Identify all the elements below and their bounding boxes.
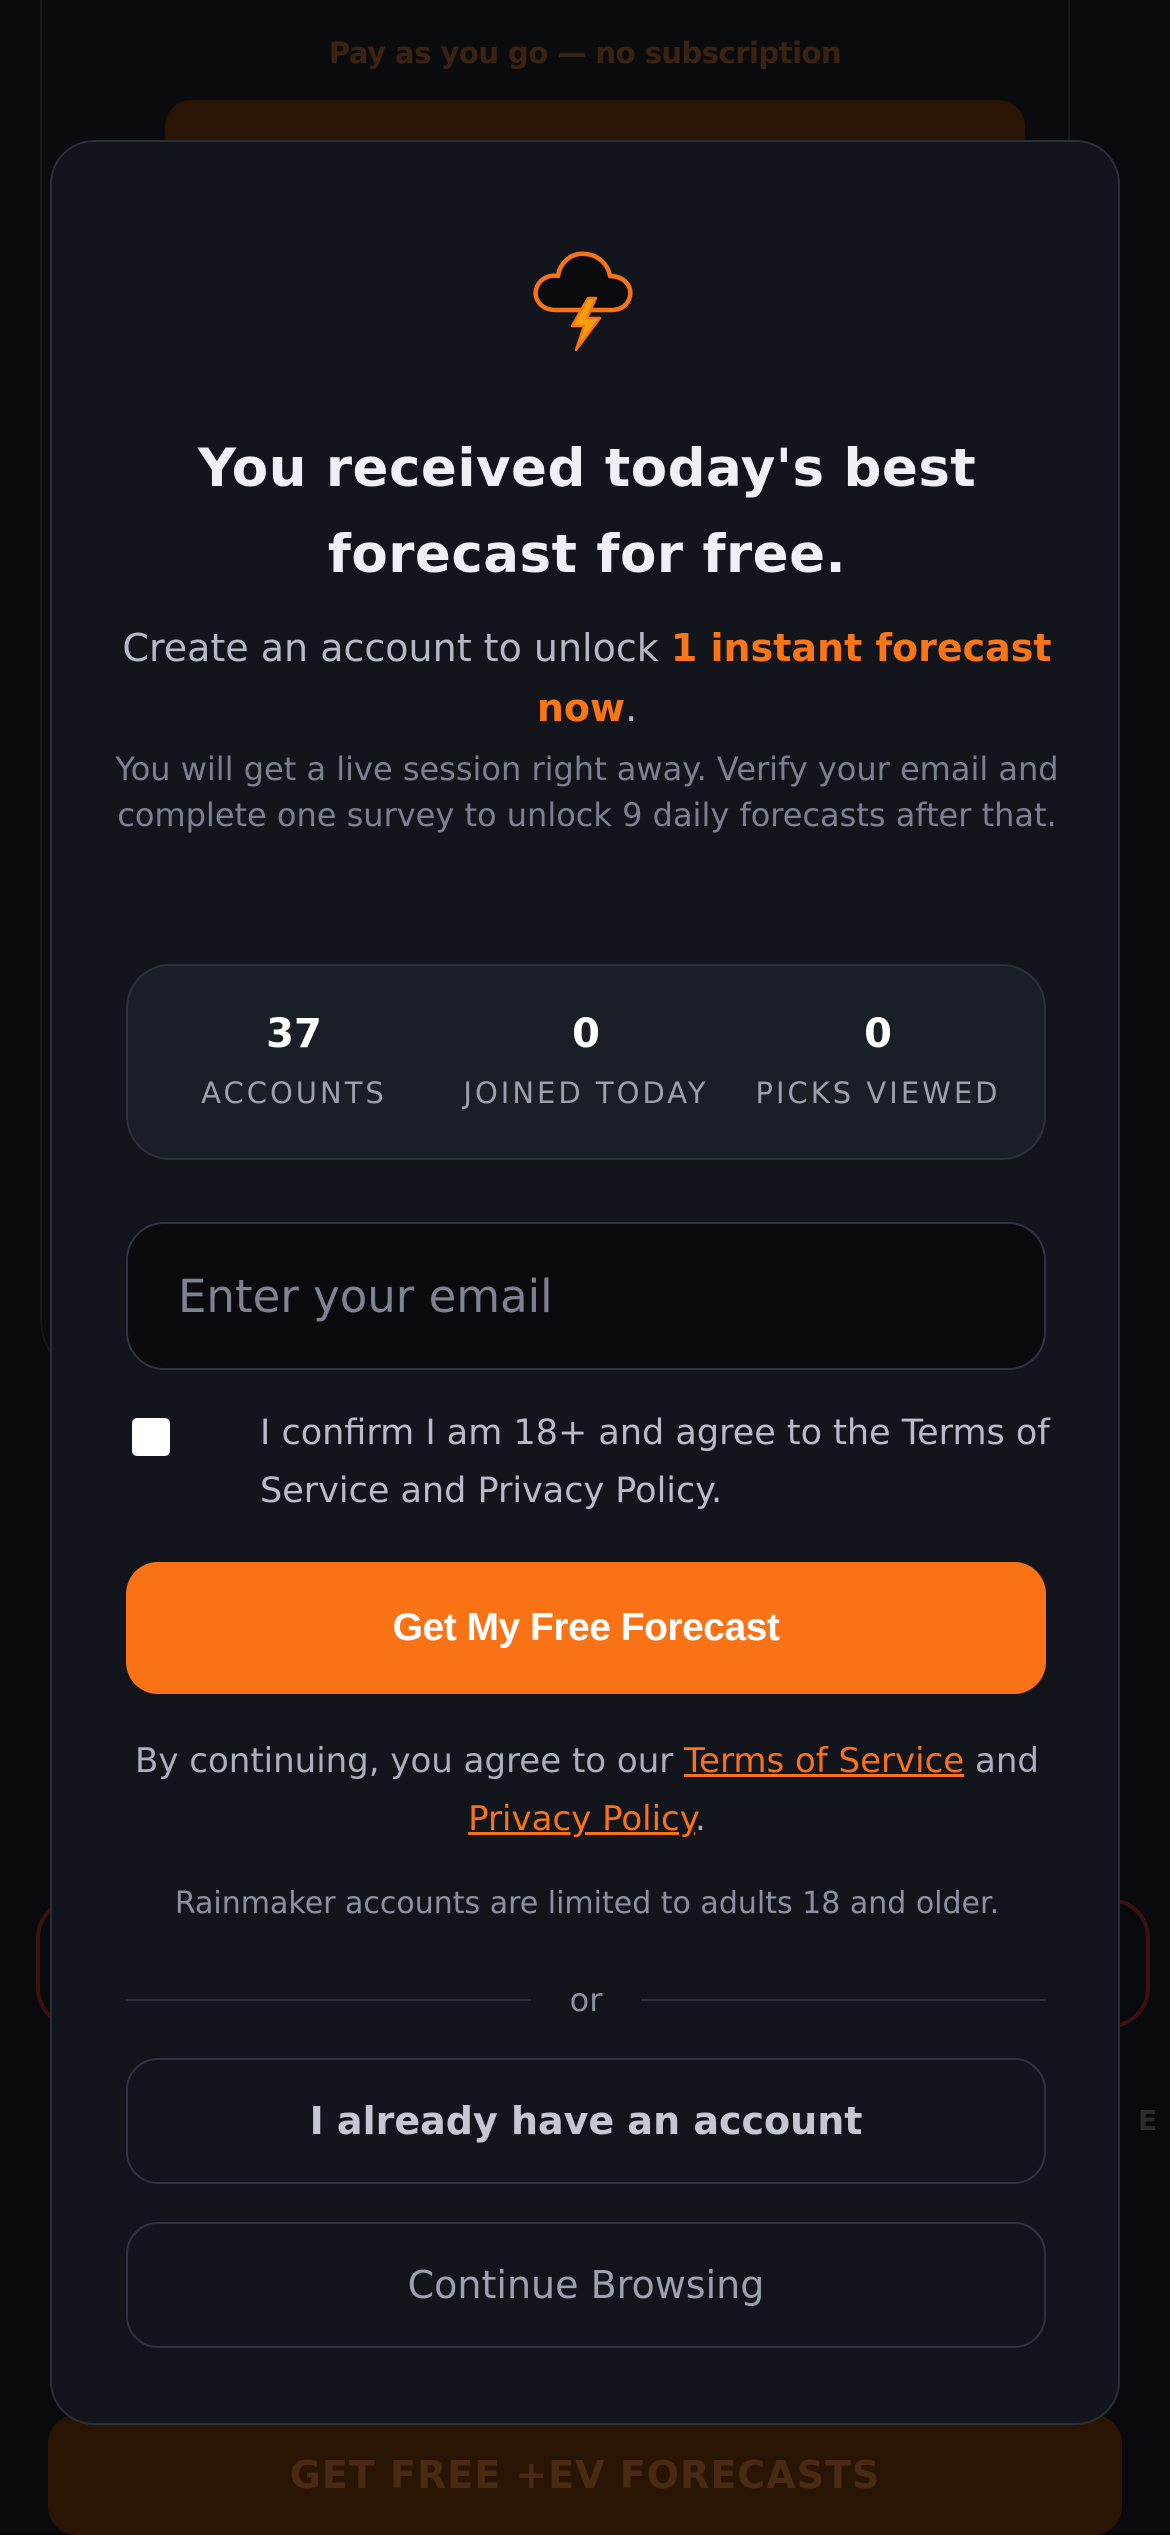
terms-of-service-link[interactable]: Terms of Service (684, 1741, 964, 1781)
age-consent: I confirm I am 18+ and agree to the Term… (126, 1404, 1086, 1524)
email-field[interactable] (128, 1224, 1044, 1368)
stat-label: JOINED TODAY (463, 1076, 709, 1110)
background-bottom-cta: GET FREE +EV FORECASTS (48, 2415, 1122, 2535)
existing-account-button[interactable]: I already have an account (126, 2058, 1046, 2184)
age-restriction-note: Rainmaker accounts are limited to adults… (174, 1886, 1000, 1921)
modal-title: You received today's best forecast for f… (197, 438, 977, 585)
divider-line (126, 1999, 531, 2001)
privacy-policy-link[interactable]: Privacy Policy (468, 1799, 695, 1839)
continue-browsing-button[interactable]: Continue Browsing (126, 2222, 1046, 2348)
divider-label: or (569, 1981, 603, 2019)
stat-label: PICKS VIEWED (755, 1076, 1001, 1110)
modal-subtitle: Create an account to unlock 1 instant fo… (112, 618, 1062, 738)
stat-joined-today: 0 JOINED TODAY (441, 1006, 731, 1118)
subtitle-suffix: . (625, 686, 638, 730)
signup-modal: You received today's best forecast for f… (50, 140, 1120, 2425)
background-side-label: E (1138, 2104, 1158, 2137)
storm-cloud-lightning-icon (533, 251, 633, 352)
age-consent-checkbox[interactable] (132, 1418, 170, 1456)
stat-value: 0 (572, 1011, 600, 1057)
legal-prefix: By continuing, you agree to our (135, 1741, 685, 1781)
get-free-forecast-button[interactable]: Get My Free Forecast (126, 1562, 1046, 1694)
stat-value: 0 (864, 1011, 892, 1057)
legal-middle: and (964, 1741, 1039, 1781)
age-consent-label[interactable]: I confirm I am 18+ and agree to the Term… (260, 1404, 1080, 1520)
stat-value: 37 (266, 1011, 322, 1057)
background-subline: Pay as you go — no subscription (328, 36, 842, 70)
subtitle-prefix: Create an account to unlock (122, 626, 671, 670)
stats-panel: 37 ACCOUNTS 0 JOINED TODAY 0 PICKS VIEWE… (126, 964, 1046, 1160)
legal-text: By continuing, you agree to our Terms of… (112, 1732, 1062, 1848)
or-divider: or (126, 1978, 1046, 2022)
email-field-container (126, 1222, 1046, 1370)
modal-note: You will get a live session right away. … (115, 750, 1059, 834)
stat-accounts: 37 ACCOUNTS (149, 1006, 439, 1118)
divider-line (641, 1999, 1046, 2001)
stat-label: ACCOUNTS (201, 1076, 387, 1110)
stat-picks-viewed: 0 PICKS VIEWED (733, 1006, 1023, 1118)
legal-suffix: . (695, 1799, 706, 1839)
